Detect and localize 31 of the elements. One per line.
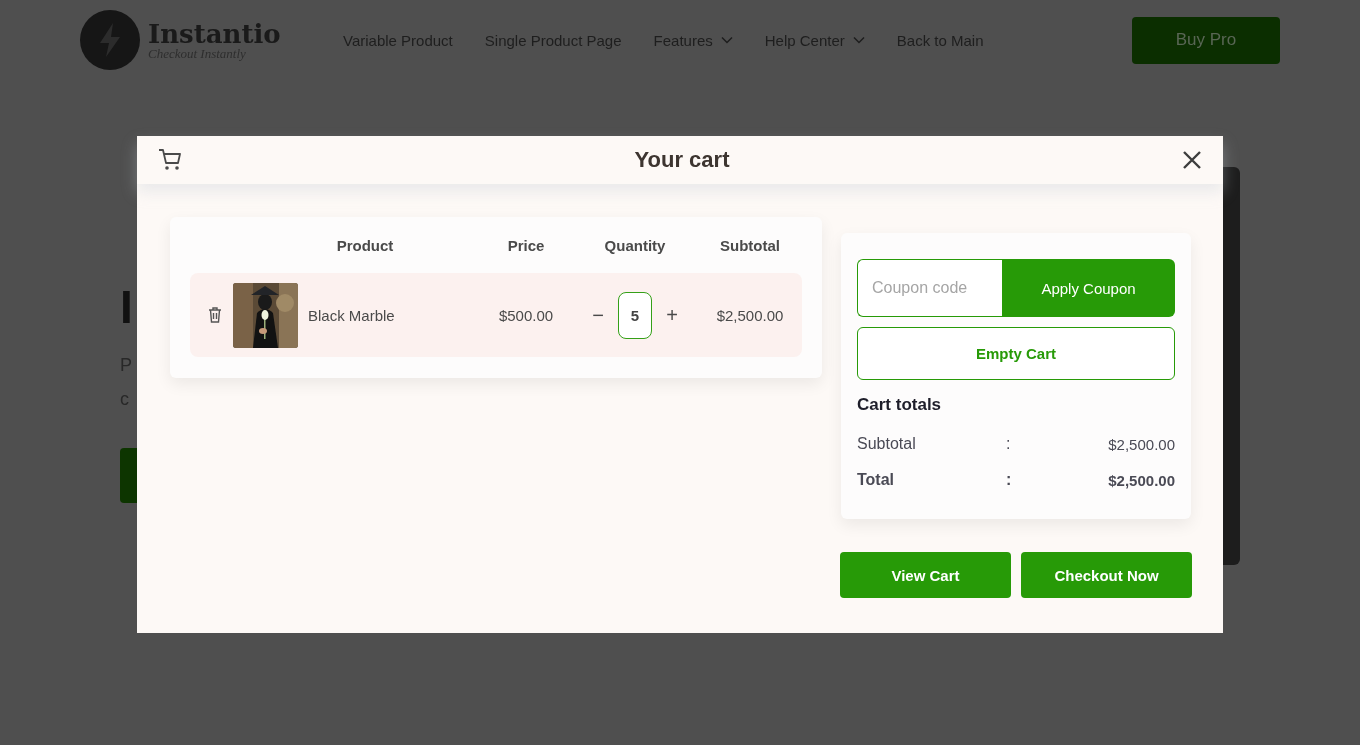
column-header: Product bbox=[335, 236, 395, 254]
totals-label: Subtotal bbox=[857, 435, 917, 453]
totals-separator: : bbox=[1006, 471, 1013, 489]
item-subtotal: $2,500.00 bbox=[715, 306, 785, 324]
column-header: Quantity bbox=[603, 236, 667, 254]
totals-label: Total bbox=[857, 471, 896, 489]
apply-coupon-button[interactable]: Apply Coupon bbox=[1002, 259, 1175, 317]
cart-totals-title: Cart totals bbox=[857, 395, 943, 415]
hero-heading: I bbox=[120, 280, 134, 335]
modal-title: Your cart bbox=[634, 147, 730, 173]
coupon-field[interactable]: Coupon code bbox=[857, 259, 1002, 317]
increase-button[interactable]: + bbox=[664, 303, 680, 327]
column-header: Price bbox=[506, 236, 546, 254]
column-header: Subtotal bbox=[719, 236, 781, 254]
chevron-down-icon bbox=[720, 36, 733, 44]
totals-value: $2,500.00 bbox=[1107, 471, 1175, 489]
item-price: $500.00 bbox=[497, 306, 555, 324]
totals-separator: : bbox=[1006, 435, 1012, 453]
buy-pro-button[interactable]: Buy Pro bbox=[1132, 16, 1280, 64]
lightning-logo-icon bbox=[80, 10, 140, 70]
cart-icon bbox=[157, 147, 183, 173]
product-name: Black Marble bbox=[308, 306, 395, 324]
decrease-button[interactable]: − bbox=[590, 303, 606, 327]
cart-action-button[interactable]: Checkout Now bbox=[1021, 552, 1192, 598]
cart-action-button[interactable]: View Cart bbox=[840, 552, 1011, 598]
trash-icon[interactable] bbox=[207, 306, 223, 324]
close-icon[interactable] bbox=[1181, 149, 1203, 171]
quantity-field[interactable]: 5 bbox=[618, 291, 652, 339]
chevron-down-icon bbox=[852, 36, 865, 44]
totals-value: $2,500.00 bbox=[1107, 435, 1175, 453]
empty-cart-button[interactable]: Empty Cart bbox=[857, 327, 1175, 380]
